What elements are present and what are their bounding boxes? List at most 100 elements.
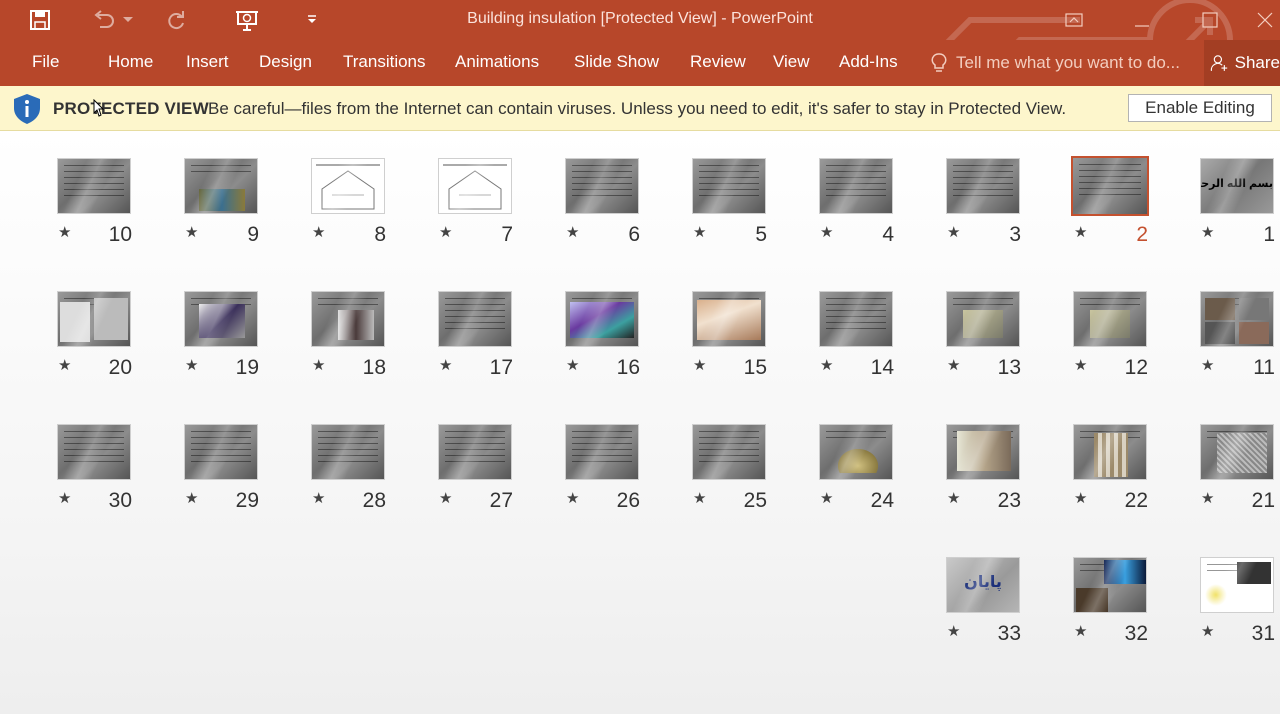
slide-preview[interactable] xyxy=(438,291,512,347)
slide-thumbnail-31[interactable]: ★ 31 xyxy=(1143,530,1275,645)
slide-thumbnail-4[interactable]: ★ 4 xyxy=(762,131,894,246)
slide-preview[interactable] xyxy=(184,158,258,214)
transition-star-icon[interactable]: ★ xyxy=(1201,622,1214,640)
slide-thumbnail-2[interactable]: ★ 2 xyxy=(1016,131,1149,246)
slide-thumbnail-6[interactable]: ★ 6 xyxy=(508,131,640,246)
transition-star-icon[interactable]: ★ xyxy=(1074,622,1087,640)
transition-star-icon[interactable]: ★ xyxy=(58,489,71,507)
slide-thumbnail-28[interactable]: ★ 28 xyxy=(254,397,386,512)
slide-thumbnail-13[interactable]: ★ 13 xyxy=(889,264,1021,379)
transition-star-icon[interactable]: ★ xyxy=(947,356,960,374)
transition-star-icon[interactable]: ★ xyxy=(1201,223,1214,241)
tab-design[interactable]: Design xyxy=(259,52,312,72)
slide-thumbnail-16[interactable]: ★ 16 xyxy=(508,264,640,379)
transition-star-icon[interactable]: ★ xyxy=(185,356,198,374)
slide-thumbnail-29[interactable]: ★ 29 xyxy=(127,397,259,512)
slide-thumbnail-1[interactable]: بسم الله الرحمن الرحيم ★ 1 xyxy=(1143,131,1275,246)
slide-preview[interactable]: پايان xyxy=(946,557,1020,613)
transition-star-icon[interactable]: ★ xyxy=(566,356,579,374)
slide-thumbnail-23[interactable]: ★ 23 xyxy=(889,397,1021,512)
slide-preview[interactable] xyxy=(1200,424,1274,480)
transition-star-icon[interactable]: ★ xyxy=(566,489,579,507)
slide-preview[interactable] xyxy=(184,424,258,480)
slide-preview[interactable] xyxy=(311,424,385,480)
slide-thumbnail-15[interactable]: ★ 15 xyxy=(635,264,767,379)
slide-preview[interactable] xyxy=(692,158,766,214)
transition-star-icon[interactable]: ★ xyxy=(185,223,198,241)
slide-preview[interactable] xyxy=(692,291,766,347)
tab-add-ins[interactable]: Add-Ins xyxy=(839,52,898,72)
slide-preview[interactable] xyxy=(1200,557,1274,613)
slide-preview[interactable] xyxy=(819,291,893,347)
slide-preview[interactable] xyxy=(311,158,385,214)
slide-thumbnail-21[interactable]: ★ 21 xyxy=(1143,397,1275,512)
slide-thumbnail-24[interactable]: ★ 24 xyxy=(762,397,894,512)
minimize-button[interactable] xyxy=(1122,8,1162,32)
tab-file[interactable]: File xyxy=(32,52,59,72)
transition-star-icon[interactable]: ★ xyxy=(947,622,960,640)
slide-preview[interactable] xyxy=(565,158,639,214)
slide-preview[interactable] xyxy=(692,424,766,480)
tab-transitions[interactable]: Transitions xyxy=(343,52,426,72)
maximize-button[interactable] xyxy=(1190,8,1230,32)
transition-star-icon[interactable]: ★ xyxy=(820,489,833,507)
transition-star-icon[interactable]: ★ xyxy=(693,223,706,241)
transition-star-icon[interactable]: ★ xyxy=(312,356,325,374)
transition-star-icon[interactable]: ★ xyxy=(820,223,833,241)
slide-thumbnail-27[interactable]: ★ 27 xyxy=(381,397,513,512)
slide-preview[interactable] xyxy=(57,158,131,214)
slide-preview[interactable] xyxy=(1073,291,1147,347)
slide-preview[interactable] xyxy=(311,291,385,347)
slide-preview[interactable] xyxy=(1200,291,1274,347)
transition-star-icon[interactable]: ★ xyxy=(185,489,198,507)
transition-star-icon[interactable]: ★ xyxy=(312,223,325,241)
slide-thumbnail-18[interactable]: ★ 18 xyxy=(254,264,386,379)
slide-thumbnail-32[interactable]: ★ 32 xyxy=(1016,530,1148,645)
slide-preview[interactable] xyxy=(1071,156,1149,216)
slide-thumbnail-11[interactable]: ★ 11 xyxy=(1143,264,1275,379)
slide-thumbnail-17[interactable]: ★ 17 xyxy=(381,264,513,379)
tab-review[interactable]: Review xyxy=(690,52,746,72)
slide-thumbnail-10[interactable]: ★ 10 xyxy=(0,131,132,246)
transition-star-icon[interactable]: ★ xyxy=(1201,356,1214,374)
transition-star-icon[interactable]: ★ xyxy=(947,489,960,507)
slide-thumbnail-7[interactable]: ★ 7 xyxy=(381,131,513,246)
transition-star-icon[interactable]: ★ xyxy=(693,489,706,507)
transition-star-icon[interactable]: ★ xyxy=(439,223,452,241)
slide-thumbnail-33[interactable]: پايان ★ 33 xyxy=(889,530,1021,645)
slide-thumbnail-20[interactable]: ★ 20 xyxy=(0,264,132,379)
slide-thumbnail-26[interactable]: ★ 26 xyxy=(508,397,640,512)
tab-view[interactable]: View xyxy=(773,52,810,72)
slide-preview[interactable] xyxy=(438,158,512,214)
slide-preview[interactable] xyxy=(946,291,1020,347)
slide-thumbnail-3[interactable]: ★ 3 xyxy=(889,131,1021,246)
transition-star-icon[interactable]: ★ xyxy=(1074,223,1087,241)
tab-insert[interactable]: Insert xyxy=(186,52,229,72)
transition-star-icon[interactable]: ★ xyxy=(566,223,579,241)
slide-thumbnail-5[interactable]: ★ 5 xyxy=(635,131,767,246)
transition-star-icon[interactable]: ★ xyxy=(1074,489,1087,507)
slide-thumbnail-30[interactable]: ★ 30 xyxy=(0,397,132,512)
close-button[interactable] xyxy=(1250,8,1280,32)
transition-star-icon[interactable]: ★ xyxy=(693,356,706,374)
slide-preview[interactable] xyxy=(946,424,1020,480)
enable-editing-button[interactable]: Enable Editing xyxy=(1128,94,1272,122)
slide-preview[interactable] xyxy=(184,291,258,347)
transition-star-icon[interactable]: ★ xyxy=(58,356,71,374)
tab-slide-show[interactable]: Slide Show xyxy=(574,52,659,72)
slide-preview[interactable] xyxy=(819,424,893,480)
transition-star-icon[interactable]: ★ xyxy=(1201,489,1214,507)
slide-preview[interactable]: بسم الله الرحمن الرحيم xyxy=(1200,158,1274,214)
transition-star-icon[interactable]: ★ xyxy=(439,489,452,507)
tab-animations[interactable]: Animations xyxy=(455,52,539,72)
transition-star-icon[interactable]: ★ xyxy=(820,356,833,374)
slide-preview[interactable] xyxy=(946,158,1020,214)
slide-preview[interactable] xyxy=(438,424,512,480)
slide-preview[interactable] xyxy=(1073,424,1147,480)
slide-preview[interactable] xyxy=(565,424,639,480)
slide-preview[interactable] xyxy=(819,158,893,214)
slide-thumbnail-25[interactable]: ★ 25 xyxy=(635,397,767,512)
slide-thumbnail-19[interactable]: ★ 19 xyxy=(127,264,259,379)
slide-preview[interactable] xyxy=(1073,557,1147,613)
slide-preview[interactable] xyxy=(57,424,131,480)
